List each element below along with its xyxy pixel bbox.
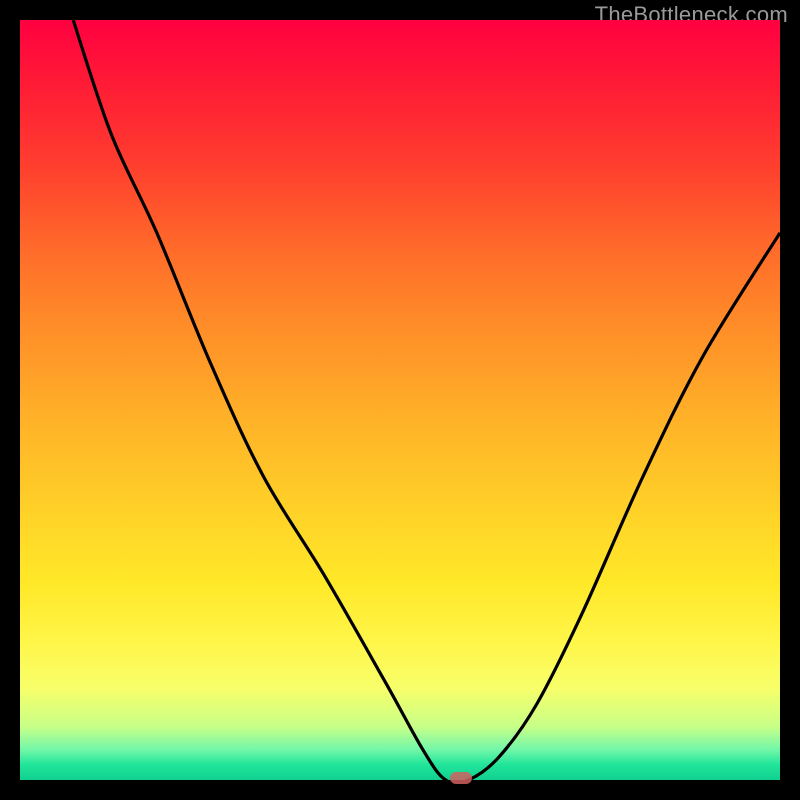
chart-frame: TheBottleneck.com	[0, 0, 800, 800]
optimum-marker	[450, 772, 472, 784]
bottleneck-curve	[20, 20, 780, 780]
curve-path	[73, 20, 780, 783]
plot-area	[20, 20, 780, 780]
